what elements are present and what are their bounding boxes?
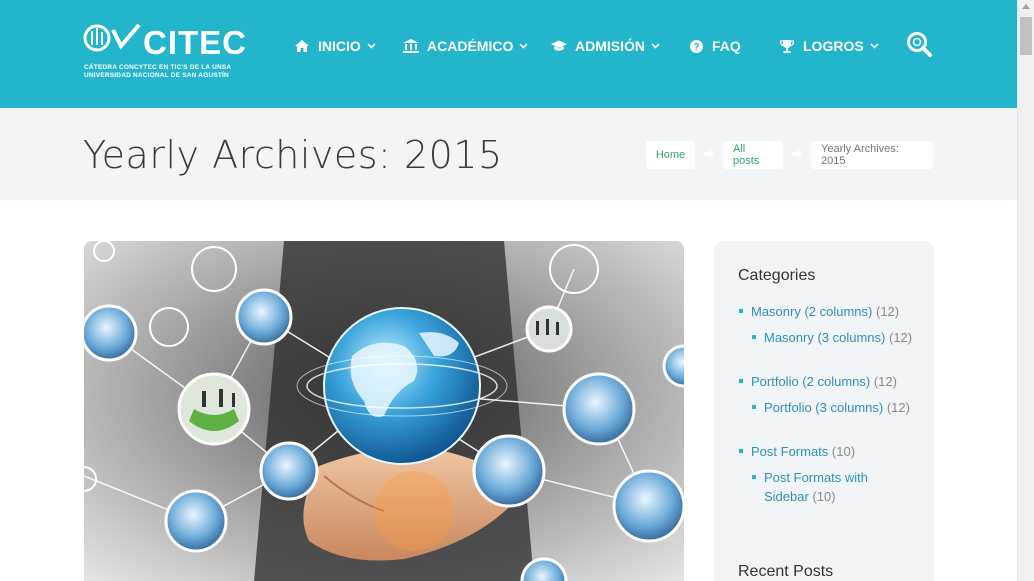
category-link[interactable]: Portfolio (2 columns) xyxy=(751,374,870,389)
globe-network-image xyxy=(84,241,684,581)
nav-item-inicio[interactable]: INICIO xyxy=(294,38,376,54)
breadcrumb-all-posts[interactable]: All posts xyxy=(723,141,783,169)
home-icon xyxy=(294,39,310,53)
page-title: Yearly Archives: 2015 xyxy=(83,133,503,177)
nav-item-label: ACADÉMICO xyxy=(427,38,514,54)
breadcrumb-current: Yearly Archives: 2015 xyxy=(811,141,933,169)
nav-item-faq[interactable]: ? FAQ xyxy=(688,38,741,54)
trophy-icon xyxy=(779,39,795,53)
logo-subtitle-line1: CÁTEDRA CONCYTEC EN TIC'S DE LA UNSA xyxy=(84,64,232,71)
category-item: Portfolio (2 columns) (12) xyxy=(751,372,921,391)
list-bullet xyxy=(752,475,756,479)
graduation-cap-icon xyxy=(551,39,567,53)
category-count: (10) xyxy=(831,444,856,459)
search-icon xyxy=(907,32,932,57)
page-scrollbar[interactable] xyxy=(1017,0,1034,581)
scroll-up-arrow-icon[interactable] xyxy=(1022,4,1030,9)
site-logo[interactable]: CITEC CÁTEDRA CONCYTEC EN TIC'S DE LA UN… xyxy=(83,22,246,82)
chevron-down-icon xyxy=(870,41,879,52)
logo-mark-icon xyxy=(83,23,141,52)
category-item: Post Formats with Sidebar (10) xyxy=(764,468,894,506)
list-bullet xyxy=(739,449,743,453)
chevron-down-icon xyxy=(367,41,376,52)
list-bullet xyxy=(739,309,743,313)
categories-heading: Categories xyxy=(738,267,816,284)
category-count: (12) xyxy=(876,304,900,319)
logo-wordmark: CITEC xyxy=(143,24,247,61)
category-count: (12) xyxy=(889,330,913,345)
list-bullet xyxy=(752,335,756,339)
breadcrumb-home[interactable]: Home xyxy=(646,141,695,169)
arrow-right-icon xyxy=(792,149,802,159)
search-button[interactable] xyxy=(906,31,932,57)
nav-item-label: LOGROS xyxy=(803,38,864,54)
list-bullet xyxy=(752,405,756,409)
category-count: (10) xyxy=(812,489,836,504)
category-item: Post Formats (10) xyxy=(751,442,921,461)
category-link[interactable]: Portfolio (3 columns) xyxy=(764,400,883,415)
featured-post-image[interactable] xyxy=(84,241,684,581)
category-link[interactable]: Masonry (2 columns) xyxy=(751,304,872,319)
chevron-down-icon xyxy=(651,41,660,52)
svg-text:?: ? xyxy=(693,42,699,53)
category-link[interactable]: Post Formats xyxy=(751,444,828,459)
category-item: Portfolio (3 columns) (12) xyxy=(764,398,914,417)
list-bullet xyxy=(739,379,743,383)
category-count: (12) xyxy=(886,400,910,415)
nav-item-label: ADMISIÓN xyxy=(575,38,645,54)
bank-icon xyxy=(403,39,419,53)
nav-item-admision[interactable]: ADMISIÓN xyxy=(551,38,660,54)
category-count: (12) xyxy=(873,374,897,389)
logo-subtitle-line2: UNIVERSIDAD NACIONAL DE SAN AGUSTÍN xyxy=(84,72,229,79)
category-item: Masonry (2 columns) (12) xyxy=(751,302,921,321)
question-circle-icon: ? xyxy=(688,39,704,53)
scrollbar-thumb[interactable] xyxy=(1020,17,1032,55)
category-item: Masonry (3 columns) (12) xyxy=(764,328,914,347)
recent-posts-heading: Recent Posts xyxy=(738,563,834,580)
chevron-down-icon xyxy=(519,41,528,52)
nav-item-label: INICIO xyxy=(318,38,361,54)
arrow-right-icon xyxy=(704,149,714,159)
nav-item-logros[interactable]: LOGROS xyxy=(779,38,879,54)
category-link[interactable]: Masonry (3 columns) xyxy=(764,330,885,345)
nav-item-label: FAQ xyxy=(712,38,741,54)
nav-item-academico[interactable]: ACADÉMICO xyxy=(403,38,528,54)
